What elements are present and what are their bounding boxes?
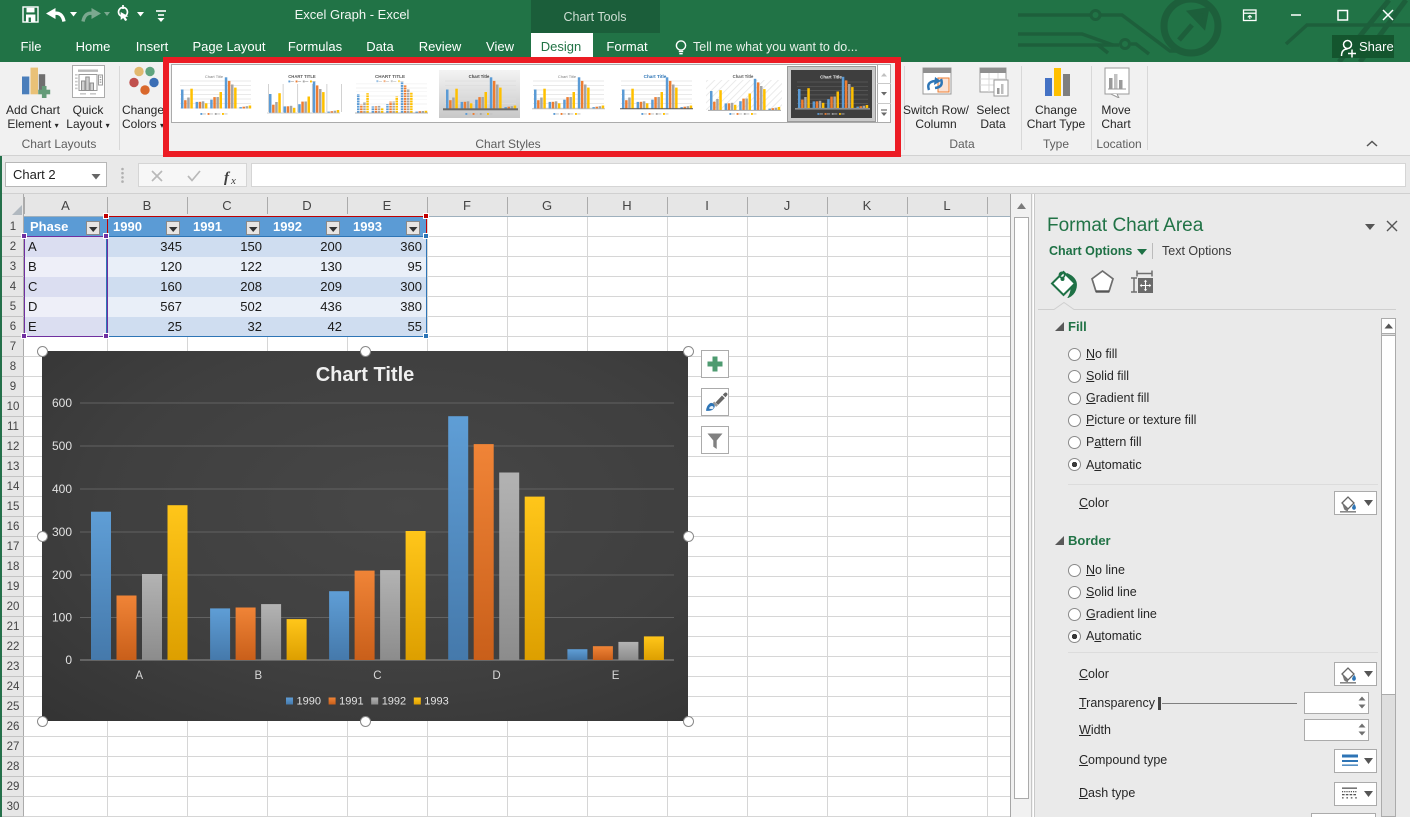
svg-text:D: D xyxy=(492,670,500,682)
svg-text:1992: 1992 xyxy=(382,696,406,708)
svg-text:300: 300 xyxy=(52,525,72,539)
svg-text:100: 100 xyxy=(52,611,72,625)
svg-text:Chart Title: Chart Title xyxy=(316,364,415,386)
svg-text:C: C xyxy=(373,670,381,682)
svg-text:1993: 1993 xyxy=(424,696,448,708)
svg-text:1990: 1990 xyxy=(297,696,321,708)
svg-text:A: A xyxy=(135,670,143,682)
svg-text:E: E xyxy=(612,670,620,682)
svg-text:B: B xyxy=(254,670,262,682)
svg-text:600: 600 xyxy=(52,396,72,410)
svg-text:x: x xyxy=(230,175,236,187)
svg-text:200: 200 xyxy=(52,568,72,582)
svg-text:f: f xyxy=(224,170,231,186)
svg-text:500: 500 xyxy=(52,439,72,453)
svg-text:0: 0 xyxy=(65,653,72,667)
svg-text:400: 400 xyxy=(52,482,72,496)
svg-text:1991: 1991 xyxy=(339,696,363,708)
